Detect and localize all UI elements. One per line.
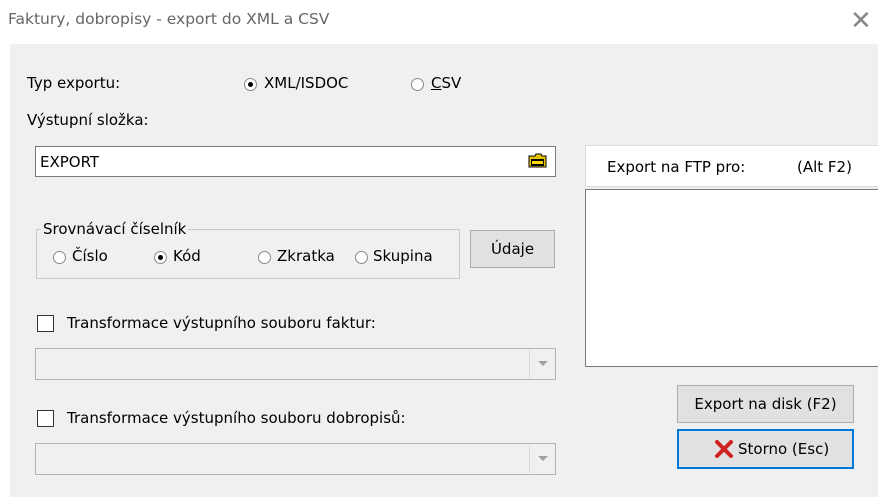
radio-xml-isdoc[interactable]: XML/ISDOC xyxy=(244,74,374,94)
cancel-button[interactable]: Storno (Esc) xyxy=(677,429,854,469)
window-title: Faktury, dobropisy - export do XML a CSV xyxy=(8,10,330,28)
output-folder-input[interactable]: EXPORT xyxy=(35,146,556,177)
radio-kod[interactable]: Kód xyxy=(154,247,234,267)
radio-cislo-circle[interactable] xyxy=(53,251,66,264)
dialog-body: Typ exportu: XML/ISDOC CSV Výstupní slož… xyxy=(10,44,878,497)
codebook-legend: Srovnávací číselník xyxy=(41,220,189,238)
radio-xml-isdoc-circle[interactable] xyxy=(244,78,257,91)
ftp-header: Export na FTP pro: (Alt F2) xyxy=(585,145,878,187)
export-type-label: Typ exportu: xyxy=(27,74,121,92)
ftp-label: Export na FTP pro: xyxy=(607,158,746,176)
folder-icon[interactable] xyxy=(528,153,548,169)
radio-zkratka[interactable]: Zkratka xyxy=(258,247,358,267)
output-folder-value: EXPORT xyxy=(40,153,100,171)
invoice-transform-checkbox[interactable] xyxy=(37,315,54,332)
radio-zkratka-label: Zkratka xyxy=(277,247,335,265)
invoice-transform-label: Transformace výstupního souboru faktur: xyxy=(67,314,376,332)
invoice-transform-dropdown-arrow[interactable] xyxy=(529,350,554,378)
cancel-button-label: Storno (Esc) xyxy=(738,440,830,458)
radio-zkratka-circle[interactable] xyxy=(258,251,271,264)
radio-cislo-label: Číslo xyxy=(72,247,108,265)
radio-csv-label-rest: SV xyxy=(441,74,462,92)
ftp-list[interactable] xyxy=(585,189,878,367)
close-icon[interactable]: ✕ xyxy=(850,6,878,36)
radio-skupina-label: Skupina xyxy=(373,247,433,265)
radio-csv-circle[interactable] xyxy=(411,78,424,91)
udaje-button[interactable]: Údaje xyxy=(470,230,555,268)
radio-skupina-circle[interactable] xyxy=(355,251,368,264)
radio-csv-label: CSV xyxy=(431,74,461,92)
credit-transform-checkbox[interactable] xyxy=(37,410,54,427)
red-x-icon xyxy=(715,440,733,458)
radio-cislo[interactable]: Číslo xyxy=(53,247,133,267)
radio-csv[interactable]: CSV xyxy=(411,74,481,94)
invoice-transform-select[interactable] xyxy=(35,348,556,380)
export-disk-button[interactable]: Export na disk (F2) xyxy=(677,385,854,423)
output-folder-label: Výstupní složka: xyxy=(27,111,149,129)
credit-transform-label: Transformace výstupního souboru dobropis… xyxy=(67,409,406,427)
radio-kod-circle[interactable] xyxy=(154,251,167,264)
radio-skupina[interactable]: Skupina xyxy=(355,247,455,267)
title-bar: Faktury, dobropisy - export do XML a CSV… xyxy=(0,0,878,44)
credit-transform-select[interactable] xyxy=(35,443,556,475)
radio-kod-label: Kód xyxy=(173,247,201,265)
radio-csv-mnemonic: C xyxy=(431,74,442,92)
radio-xml-isdoc-label: XML/ISDOC xyxy=(264,74,349,92)
ftp-shortcut: (Alt F2) xyxy=(797,158,852,176)
credit-transform-dropdown-arrow[interactable] xyxy=(529,445,554,473)
